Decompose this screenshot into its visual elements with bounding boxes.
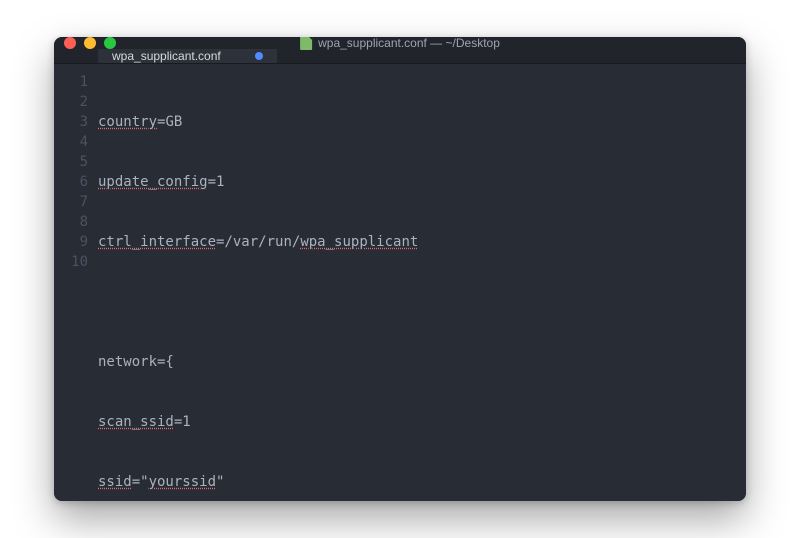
traffic-lights (64, 37, 116, 49)
line-number: 4 (54, 132, 88, 152)
window-title: wpa_supplicant.conf — ~/Desktop (300, 37, 500, 50)
dirty-indicator-icon (255, 52, 263, 60)
line-number: 7 (54, 192, 88, 212)
line-number: 8 (54, 212, 88, 232)
line-number: 3 (54, 112, 88, 132)
minimize-icon[interactable] (84, 37, 96, 49)
line-number: 10 (54, 252, 88, 272)
titlebar[interactable]: wpa_supplicant.conf — ~/Desktop (54, 37, 746, 49)
line-number: 1 (54, 72, 88, 92)
zoom-icon[interactable] (104, 37, 116, 49)
editor-area: 1 2 3 4 5 6 7 8 9 10 country=GB update_c… (54, 64, 746, 501)
file-icon (300, 37, 312, 50)
window-title-text: wpa_supplicant.conf — ~/Desktop (318, 37, 500, 50)
tab-bar: wpa_supplicant.conf (54, 49, 746, 64)
tab-file[interactable]: wpa_supplicant.conf (98, 49, 277, 63)
line-number: 6 (54, 172, 88, 192)
line-number: 2 (54, 92, 88, 112)
close-icon[interactable] (64, 37, 76, 49)
code-area[interactable]: country=GB update_config=1 ctrl_interfac… (98, 64, 746, 501)
tab-label: wpa_supplicant.conf (112, 49, 221, 63)
line-number: 9 (54, 232, 88, 252)
line-gutter: 1 2 3 4 5 6 7 8 9 10 (54, 64, 98, 501)
editor-window: wpa_supplicant.conf — ~/Desktop wpa_supp… (54, 37, 746, 501)
line-number: 5 (54, 152, 88, 172)
